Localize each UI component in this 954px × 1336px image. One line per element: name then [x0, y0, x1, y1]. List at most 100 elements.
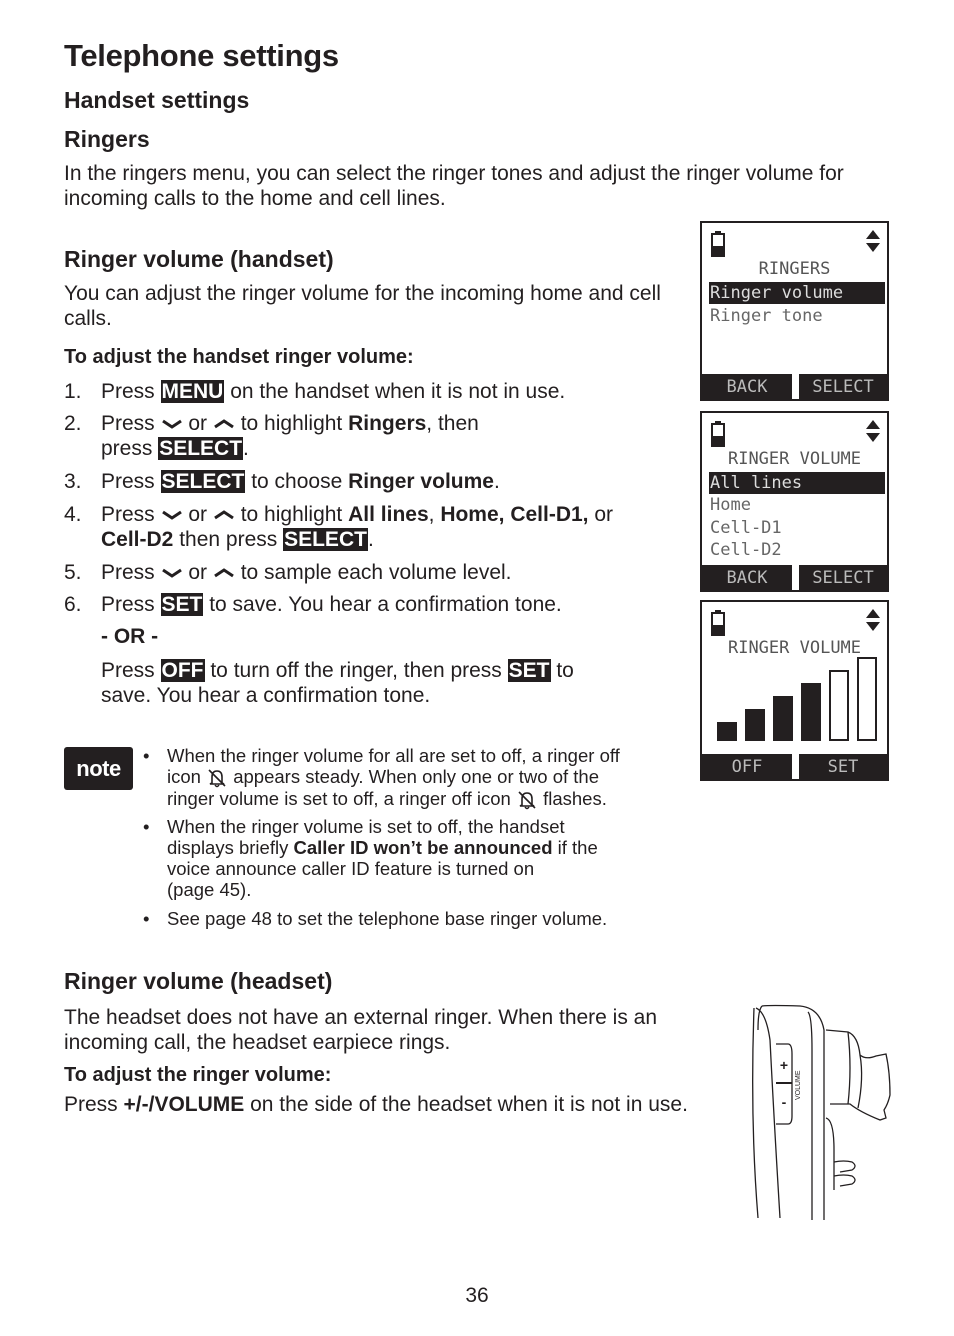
softkey-back[interactable]: BACK [702, 565, 792, 590]
step-text: on the side of the headset when it is no… [244, 1093, 688, 1116]
scroll-arrows-icon [866, 420, 880, 442]
headset-procedure-title: To adjust the ringer volume: [64, 1064, 332, 1086]
softkey-back[interactable]: BACK [702, 374, 792, 399]
step-bold-text: Ringer volume [348, 470, 494, 493]
intro-paragraph: In the ringers menu, you can select the … [64, 162, 844, 210]
step-text: Press [64, 1093, 124, 1116]
step-bold-text: Ringers [348, 412, 427, 435]
volume-bar-5 [829, 670, 849, 741]
subsection-heading: Ringers [64, 126, 150, 152]
note-text: When the ringer volume for all are set t… [167, 745, 620, 766]
volume-bar-6 [857, 657, 877, 741]
headset-heading: Ringer volume (headset) [64, 968, 333, 994]
chevron-up-icon [214, 419, 234, 429]
volume-bar-2 [745, 709, 765, 741]
step-text: . [243, 437, 249, 460]
lcd-menu-item-cell-d2[interactable]: Cell-D2 [709, 539, 885, 561]
lcd-menu-item-home[interactable]: Home [709, 494, 885, 516]
scroll-arrows-icon [866, 609, 880, 631]
step-text: to choose [245, 470, 349, 493]
step-text: , [428, 503, 441, 526]
set-key-label: SET [507, 659, 551, 682]
lcd-screen-volume-level: RINGER VOLUME OFF SET [700, 600, 889, 781]
select-key-label: SELECT [283, 528, 368, 551]
step-text: , then [426, 412, 479, 435]
battery-icon [711, 610, 725, 636]
chevron-down-icon [161, 511, 182, 521]
step-text: to sample each volume level. [234, 561, 512, 584]
note-text: ringer volume is set to off, a ringer of… [167, 788, 516, 810]
select-key-label: SELECT [160, 470, 246, 493]
step-number: 4. [64, 503, 82, 526]
step-text: . [493, 470, 500, 493]
battery-icon [711, 421, 725, 447]
chevron-up-icon [214, 568, 234, 578]
lcd-menu-item-cell-d1[interactable]: Cell-D1 [709, 517, 885, 539]
volume-label: VOLUME [795, 1070, 802, 1100]
step-text: save. You hear a confirmation tone. [101, 684, 431, 707]
step-number: 1. [64, 380, 82, 403]
ringer-off-icon [208, 769, 226, 788]
step-text: . [367, 528, 374, 551]
softkey-set[interactable]: SET [799, 754, 887, 779]
lcd-screen-ringers: RINGERS Ringer volume Ringer tone BACK S… [700, 221, 889, 401]
chevron-up-icon [214, 510, 234, 520]
select-key-label: SELECT [158, 437, 244, 460]
softkey-select[interactable]: SELECT [799, 565, 887, 590]
step-text: or [182, 503, 213, 526]
step-text: or [182, 412, 213, 435]
step-text: then press [173, 528, 284, 551]
note-text: flashes. [537, 788, 607, 810]
step-number: 5. [64, 561, 82, 584]
headset-illustration: + - VOLUME [752, 1004, 891, 1220]
lcd-menu-item-ringer-volume[interactable]: Ringer volume [709, 282, 885, 304]
step-text: or [588, 503, 614, 526]
set-key-label: SET [160, 593, 204, 616]
note-badge: note [64, 747, 133, 790]
battery-icon [711, 231, 725, 257]
lcd-menu-item-all-lines[interactable]: All lines [709, 472, 885, 494]
note-text: appears steady. When only one or two of … [228, 766, 599, 787]
softkey-select[interactable]: SELECT [799, 374, 887, 399]
or-separator: - OR - [101, 625, 159, 648]
step-text: press [101, 437, 159, 460]
bullet-dot: • [143, 816, 150, 837]
step-text: Press [101, 503, 161, 526]
headset-instruction: Press +/-/VOLUME on the side of the head… [64, 1092, 714, 1117]
note-text: displays briefly [167, 837, 294, 858]
volume-bar-4 [801, 683, 821, 741]
note-text: (page 45). [167, 879, 252, 900]
bullet-dot: • [143, 745, 150, 766]
chevron-down-icon [161, 420, 182, 430]
softkey-off[interactable]: OFF [702, 754, 792, 779]
lcd-screen-ringer-volume-lines: RINGER VOLUME All lines Home Cell-D1 Cel… [700, 411, 889, 592]
chevron-down-icon [161, 569, 182, 579]
note-text: When the ringer volume is set to off, th… [167, 816, 565, 837]
bullet-dot: • [143, 908, 150, 929]
step-number: 3. [64, 470, 82, 493]
note-text: See page 48 to set the telephone base ri… [167, 908, 608, 929]
page-number: 36 [465, 1284, 489, 1307]
step-text: Press [101, 412, 161, 435]
step-text: Press [101, 380, 161, 403]
handset-procedure-title: To adjust the handset ringer volume: [64, 346, 414, 368]
step-text: to turn off the ringer, then press [204, 659, 508, 682]
lcd-title: RINGER VOLUME [727, 449, 862, 469]
handset-description: You can adjust the ringer volume for the… [64, 282, 661, 330]
note-text: voice announce caller ID feature is turn… [167, 858, 535, 879]
volume-minus-button: - [782, 1094, 787, 1110]
step-number: 2. [64, 412, 82, 435]
step-bold-text: Cell-D2 [101, 528, 174, 551]
off-key-label: OFF [160, 659, 205, 682]
page-title: Telephone settings [64, 38, 339, 73]
volume-key-label: +/-/VOLUME [123, 1093, 245, 1116]
headset-description: The headset does not have an external ri… [64, 1006, 658, 1054]
ringer-off-icon [518, 791, 536, 810]
lcd-title: RINGER VOLUME [727, 638, 862, 658]
volume-bar-1 [717, 722, 737, 741]
step-text: to save. You hear a confirmation tone. [203, 593, 562, 616]
lcd-menu-item-ringer-tone[interactable]: Ringer tone [709, 305, 885, 327]
handset-heading: Ringer volume (handset) [64, 246, 334, 272]
step-text: Press [101, 470, 161, 493]
step-text: to highlight [234, 503, 349, 526]
